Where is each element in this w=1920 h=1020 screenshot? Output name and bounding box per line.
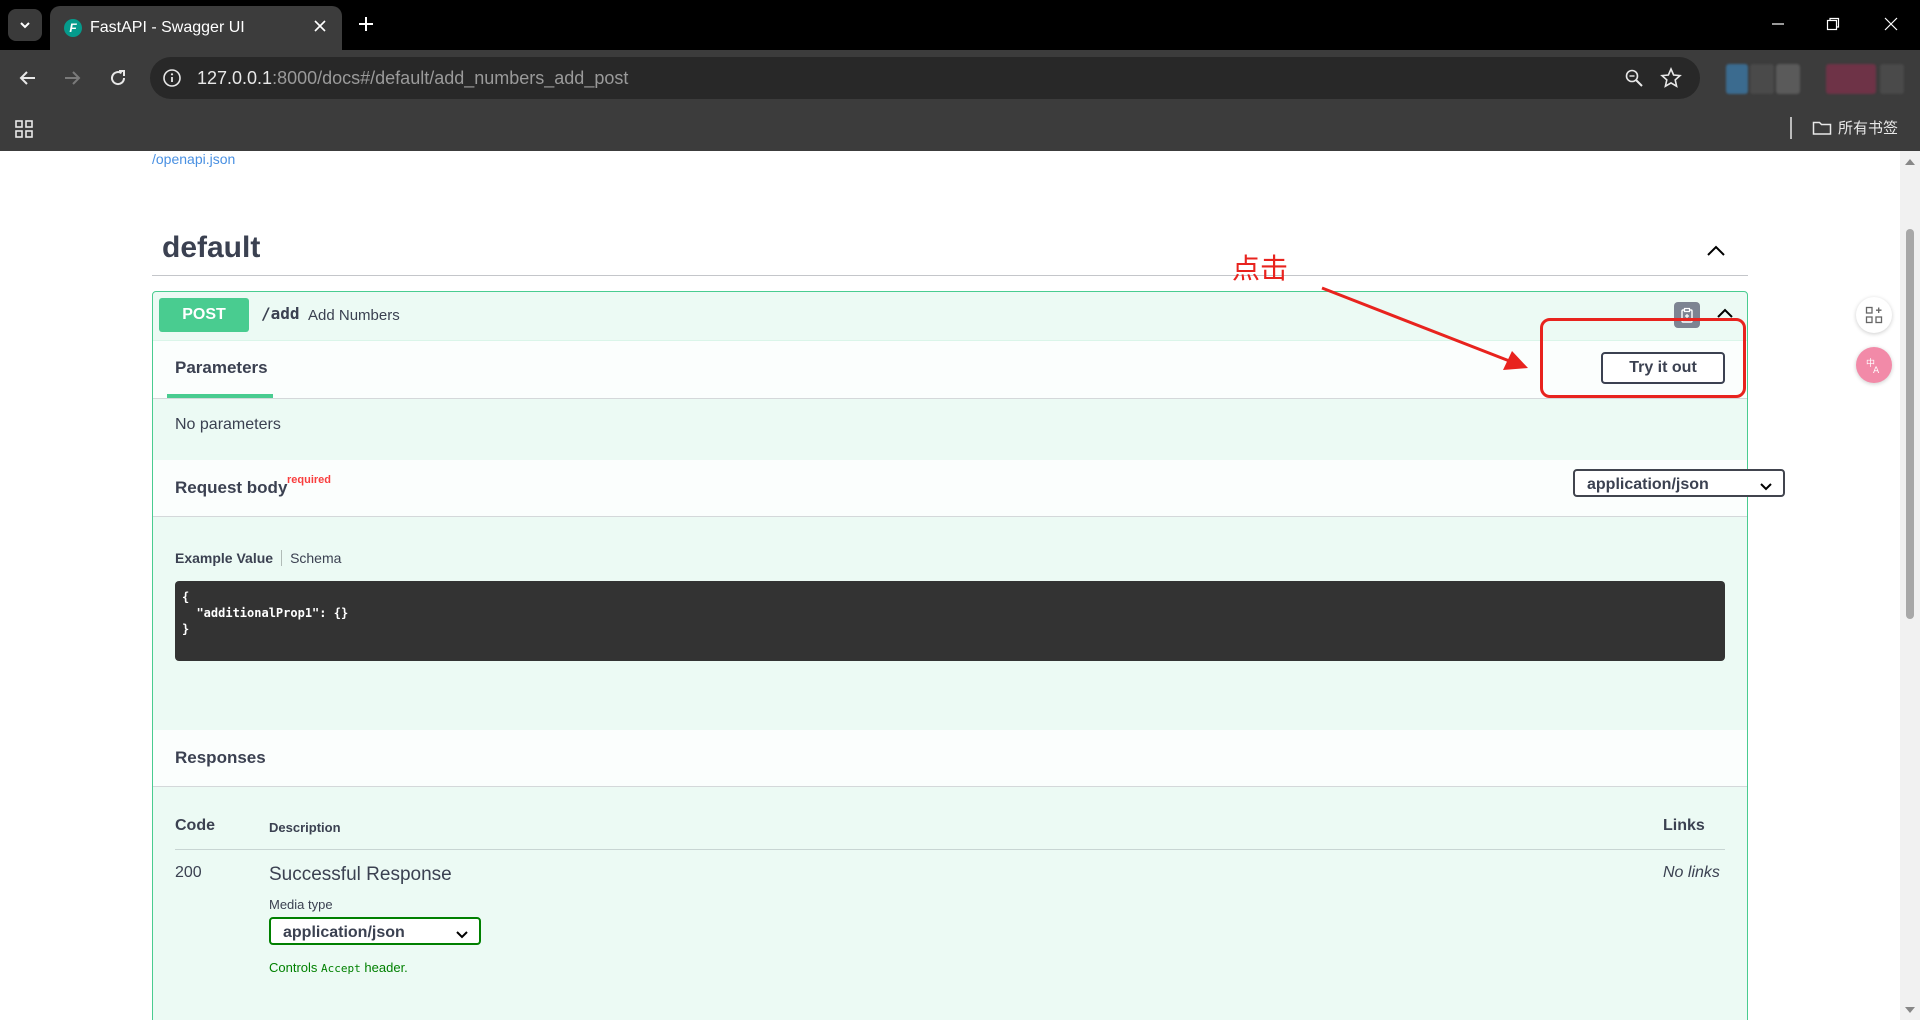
- translate-icon: 中A: [1866, 357, 1880, 375]
- media-type-label: Media type: [269, 897, 333, 912]
- required-badge: required: [287, 474, 332, 486]
- schema-tab[interactable]: Schema: [282, 550, 341, 566]
- no-parameters-text: No parameters: [175, 416, 281, 433]
- request-content-type-select[interactable]: application/json: [1573, 469, 1785, 497]
- fastapi-favicon-icon: F: [64, 19, 82, 37]
- chevron-down-icon: [20, 22, 30, 29]
- bookmarks-bar: 所有书签: [0, 106, 1920, 152]
- responses-header: Responses: [153, 730, 1747, 787]
- responses-description-header: Description: [269, 820, 341, 835]
- example-code-block[interactable]: { "additionalProp1": {} }: [175, 581, 1725, 661]
- tab-search-button[interactable]: [8, 9, 42, 41]
- operation-block-post-add: POST /add Add Numbers Parameters Try it …: [152, 291, 1785, 1020]
- annotation-highlight-box: [1540, 318, 1746, 398]
- reload-icon: [111, 70, 126, 86]
- tab-title: FastAPI - Swagger UI: [90, 19, 245, 36]
- request-body-title: Request body: [175, 478, 288, 497]
- url-path: :8000/docs#/default/add_numbers_add_post: [272, 68, 629, 88]
- translate-button[interactable]: 中A: [1856, 347, 1892, 383]
- tab-strip: F FastAPI - Swagger UI: [0, 0, 1920, 50]
- minimize-icon: [1772, 23, 1784, 25]
- browser-tab-active[interactable]: F FastAPI - Swagger UI: [50, 6, 342, 50]
- back-button[interactable]: [16, 66, 40, 90]
- all-bookmarks-label: 所有书签: [1838, 120, 1899, 137]
- tab-close-button[interactable]: [310, 16, 330, 36]
- plus-icon: [359, 17, 373, 31]
- restore-button[interactable]: [1821, 12, 1845, 36]
- url-host: 127.0.0.1: [197, 68, 273, 88]
- response-links: No links: [1663, 864, 1720, 881]
- scrollbar-thumb[interactable]: [1906, 229, 1914, 619]
- close-icon: [1884, 17, 1898, 31]
- new-tab-button[interactable]: [354, 12, 378, 36]
- bookmark-star-icon[interactable]: [1660, 67, 1682, 89]
- controls-suffix: header.: [364, 960, 408, 975]
- response-description: Successful Response: [269, 864, 452, 885]
- table-header-divider: [175, 849, 1725, 850]
- operation-path: /add: [261, 304, 300, 323]
- accept-code: Accept: [321, 962, 361, 975]
- chevron-up-icon[interactable]: [1704, 239, 1728, 263]
- extension-icon[interactable]: [1776, 64, 1800, 94]
- grid-plus-icon: [1865, 306, 1883, 324]
- minimize-button[interactable]: [1766, 12, 1790, 36]
- site-info-icon[interactable]: [162, 68, 182, 88]
- tag-section-header[interactable]: default: [152, 231, 1748, 276]
- arrow-left-icon: [19, 71, 35, 85]
- operation-summary-text: Add Numbers: [308, 307, 400, 324]
- scroll-up-icon[interactable]: [1900, 155, 1920, 169]
- forward-button[interactable]: [60, 66, 84, 90]
- controls-accept-note: Controls Accept header.: [269, 960, 408, 975]
- responses-title: Responses: [175, 748, 266, 767]
- active-tab-indicator: [167, 394, 273, 398]
- apps-grid-icon[interactable]: [14, 119, 34, 139]
- extension-icon[interactable]: [1750, 64, 1774, 94]
- svg-text:A: A: [1873, 366, 1880, 375]
- zoom-icon[interactable]: [1624, 68, 1644, 88]
- annotation-label: 点击: [1232, 253, 1289, 284]
- menu-button[interactable]: [1880, 64, 1904, 94]
- arrow-right-icon: [65, 71, 81, 85]
- extension-icon[interactable]: [1726, 64, 1748, 94]
- openapi-json-link[interactable]: /openapi.json: [152, 151, 235, 167]
- swagger-page: /openapi.json default POST /add Add Numb…: [0, 151, 1920, 1020]
- close-window-button[interactable]: [1879, 12, 1903, 36]
- operation-summary[interactable]: POST /add Add Numbers: [153, 292, 1747, 341]
- reload-button[interactable]: [106, 66, 130, 90]
- controls-prefix: Controls: [269, 960, 318, 975]
- response-code: 200: [175, 864, 202, 881]
- example-schema-tabs: Example Value Schema: [175, 550, 341, 566]
- close-icon: [314, 20, 326, 32]
- browser-toolbar: 127.0.0.1:8000/docs#/default/add_numbers…: [0, 50, 1920, 106]
- address-bar[interactable]: 127.0.0.1:8000/docs#/default/add_numbers…: [150, 57, 1700, 99]
- chevron-down-icon: [1760, 483, 1772, 491]
- http-method-badge: POST: [159, 298, 249, 332]
- restore-icon: [1826, 17, 1840, 31]
- response-media-type-select[interactable]: application/json: [269, 917, 481, 945]
- tag-section-title: default: [162, 231, 261, 264]
- content-type-value: application/json: [1587, 476, 1709, 493]
- add-widget-button[interactable]: [1856, 297, 1892, 333]
- media-type-value: application/json: [283, 924, 405, 941]
- folder-icon: [1812, 121, 1832, 135]
- responses-links-header: Links: [1663, 817, 1705, 834]
- all-bookmarks-folder[interactable]: 所有书签: [1812, 117, 1898, 138]
- parameters-header: Parameters Try it out: [153, 340, 1747, 399]
- responses-code-header: Code: [175, 817, 215, 834]
- url-text[interactable]: 127.0.0.1:8000/docs#/default/add_numbers…: [197, 68, 628, 89]
- scroll-down-icon[interactable]: [1900, 1003, 1920, 1017]
- bookmarks-divider: [1790, 117, 1792, 139]
- chevron-down-icon: [456, 931, 468, 939]
- page-scrollbar[interactable]: [1900, 151, 1920, 1020]
- parameters-tab[interactable]: Parameters: [175, 358, 268, 378]
- profile-avatar[interactable]: [1826, 64, 1876, 94]
- request-body-header: Request body required application/json: [153, 460, 1785, 517]
- example-value-tab[interactable]: Example Value: [175, 550, 283, 566]
